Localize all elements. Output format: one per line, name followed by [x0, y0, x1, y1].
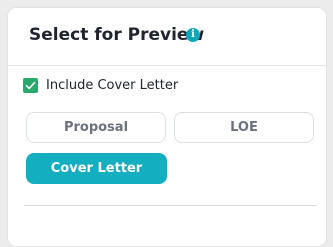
info-icon[interactable]: i	[186, 28, 200, 42]
include-cover-letter-label: Include Cover Letter	[46, 78, 179, 93]
loe-button[interactable]: LOE	[174, 112, 314, 143]
proposal-button[interactable]: Proposal	[26, 112, 166, 143]
checkmark-icon	[25, 81, 36, 90]
include-cover-letter-option[interactable]: Include Cover Letter	[23, 77, 303, 95]
cover-letter-button[interactable]: Cover Letter	[26, 153, 167, 184]
divider	[24, 205, 317, 206]
include-cover-letter-checkbox[interactable]	[23, 78, 38, 93]
panel-header: Select for Preview i	[8, 8, 326, 66]
select-for-preview-panel: Select for Preview i Include Cover Lette…	[7, 7, 327, 247]
panel-title: Select for Preview	[29, 25, 205, 45]
